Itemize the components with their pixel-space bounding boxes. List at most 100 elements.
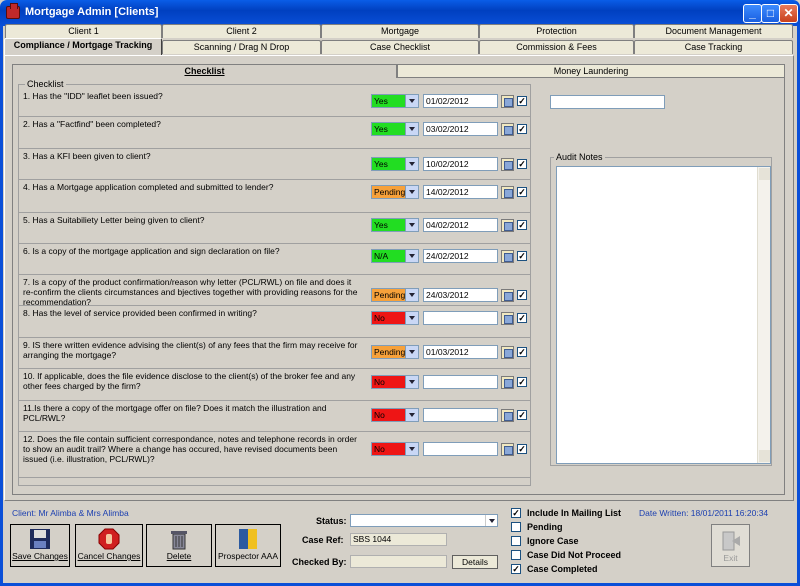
tab-case-checklist[interactable]: Case Checklist [321, 40, 479, 54]
complete-checkbox[interactable]: ✓ [517, 159, 527, 169]
save-changes-button[interactable]: Save Changes [10, 524, 70, 567]
calendar-icon[interactable] [501, 123, 514, 136]
date-field[interactable] [423, 408, 498, 422]
chevron-down-icon [405, 186, 418, 198]
tab-protection[interactable]: Protection [479, 24, 634, 38]
option-checkbox[interactable]: ✓ [511, 508, 521, 518]
details-button[interactable]: Details [452, 555, 498, 569]
calendar-icon[interactable] [501, 219, 514, 232]
calendar-icon[interactable] [501, 443, 514, 456]
chevron-down-icon [405, 158, 418, 170]
date-field[interactable]: 04/02/2012 [423, 218, 498, 232]
status-select[interactable]: Pending [371, 345, 419, 359]
calendar-icon[interactable] [501, 95, 514, 108]
date-field[interactable]: 01/03/2012 [423, 345, 498, 359]
calendar-icon[interactable] [501, 289, 514, 302]
prospector-aaa-label: Prospector AAA [217, 551, 278, 561]
checked-by-field[interactable] [350, 555, 447, 568]
calendar-icon[interactable] [501, 312, 514, 325]
tab-mortgage[interactable]: Mortgage [321, 24, 479, 38]
complete-checkbox[interactable]: ✓ [517, 377, 527, 387]
chevron-down-icon [405, 250, 418, 262]
date-field[interactable]: 01/02/2012 [423, 94, 498, 108]
checklist-row: 4. Has a Mortgage application completed … [19, 180, 530, 213]
delete-button[interactable]: Delete [146, 524, 212, 567]
status-select[interactable]: No [371, 408, 419, 422]
status-select[interactable]: N/A [371, 249, 419, 263]
chevron-down-icon [405, 443, 418, 455]
date-field[interactable] [423, 311, 498, 325]
date-field[interactable]: 10/02/2012 [423, 157, 498, 171]
complete-checkbox[interactable]: ✓ [517, 96, 527, 106]
option-checkbox[interactable] [511, 522, 521, 532]
minimize-button[interactable]: _ [743, 4, 762, 23]
complete-checkbox[interactable]: ✓ [517, 313, 527, 323]
calendar-icon[interactable] [501, 250, 514, 263]
complete-checkbox[interactable]: ✓ [517, 410, 527, 420]
option-checkbox[interactable]: ✓ [511, 564, 521, 574]
date-field[interactable] [423, 375, 498, 389]
close-button[interactable]: ✕ [779, 4, 798, 23]
audit-notes-scrollbar[interactable] [757, 167, 770, 463]
status-select[interactable]: Yes [371, 157, 419, 171]
money-laundering-field[interactable] [550, 95, 665, 109]
complete-checkbox[interactable]: ✓ [517, 347, 527, 357]
audit-notes-textarea[interactable] [556, 166, 771, 464]
chevron-down-icon [405, 376, 418, 388]
exit-button[interactable]: Exit [711, 524, 750, 567]
checklist-row: 1. Has the "IDD" leaflet been issued? Yes… [19, 89, 530, 117]
tab-compliance-tracking[interactable]: Compliance / Mortgage Tracking [4, 38, 162, 55]
exit-label: Exit [723, 553, 738, 563]
case-ref-field[interactable]: SBS 1044 [350, 533, 447, 546]
complete-checkbox[interactable]: ✓ [517, 444, 527, 454]
complete-checkbox[interactable]: ✓ [517, 187, 527, 197]
tab-scanning[interactable]: Scanning / Drag N Drop [162, 40, 321, 54]
status-select[interactable]: Yes [371, 94, 419, 108]
calendar-icon[interactable] [501, 409, 514, 422]
date-field[interactable]: 24/03/2012 [423, 288, 498, 302]
tab-checklist[interactable]: Checklist [12, 64, 397, 78]
tab-client-1[interactable]: Client 1 [5, 24, 162, 38]
checklist-row: 7. Is a copy of the product confirmation… [19, 275, 530, 307]
option-checkbox[interactable] [511, 550, 521, 560]
date-field[interactable]: 24/02/2012 [423, 249, 498, 263]
option-checkbox[interactable] [511, 536, 521, 546]
status-select[interactable]: No [371, 442, 419, 456]
calendar-icon[interactable] [501, 186, 514, 199]
client-label: Client: Mr Alimba & Mrs Alimba [12, 508, 129, 518]
prospector-aaa-button[interactable]: Prospector AAA [215, 524, 281, 567]
status-select[interactable]: Yes [371, 122, 419, 136]
complete-checkbox[interactable]: ✓ [517, 290, 527, 300]
complete-checkbox[interactable]: ✓ [517, 124, 527, 134]
complete-checkbox[interactable]: ✓ [517, 251, 527, 261]
calendar-icon[interactable] [501, 158, 514, 171]
tab-client-2[interactable]: Client 2 [162, 24, 321, 38]
option-label: Pending [527, 522, 563, 532]
checklist-group-label: Checklist [25, 79, 66, 89]
tab-money-laundering[interactable]: Money Laundering [397, 64, 785, 78]
calendar-icon[interactable] [501, 376, 514, 389]
complete-checkbox[interactable]: ✓ [517, 220, 527, 230]
status-select[interactable]: Yes [371, 218, 419, 232]
cancel-changes-button[interactable]: Cancel Changes [75, 524, 143, 567]
status-select[interactable]: Pending [371, 185, 419, 199]
date-field[interactable]: 14/02/2012 [423, 185, 498, 199]
status-dropdown[interactable] [350, 514, 498, 527]
title-bar: Mortgage Admin [Clients] _ □ ✕ [0, 0, 800, 26]
tab-document-management[interactable]: Document Management [634, 24, 793, 38]
tab-checklist-label: Checklist [184, 66, 225, 76]
question-text: 2. Has a "Factfind" been completed? [23, 119, 161, 129]
status-select[interactable]: No [371, 311, 419, 325]
status-select[interactable]: Pending [371, 288, 419, 302]
tab-commission-fees[interactable]: Commission & Fees [479, 40, 634, 54]
checklist-row: 8. Has the level of service provided bee… [19, 306, 530, 338]
maximize-button[interactable]: □ [761, 4, 780, 23]
question-text: 5. Has a Suitabiliety Letter being given… [23, 215, 205, 225]
status-select-value: Pending [374, 187, 406, 197]
date-field[interactable] [423, 442, 498, 456]
date-field[interactable]: 03/02/2012 [423, 122, 498, 136]
calendar-icon[interactable] [501, 346, 514, 359]
tab-case-tracking[interactable]: Case Tracking [634, 40, 793, 54]
status-select[interactable]: No [371, 375, 419, 389]
question-text: 1. Has the "IDD" leaflet been issued? [23, 91, 163, 101]
